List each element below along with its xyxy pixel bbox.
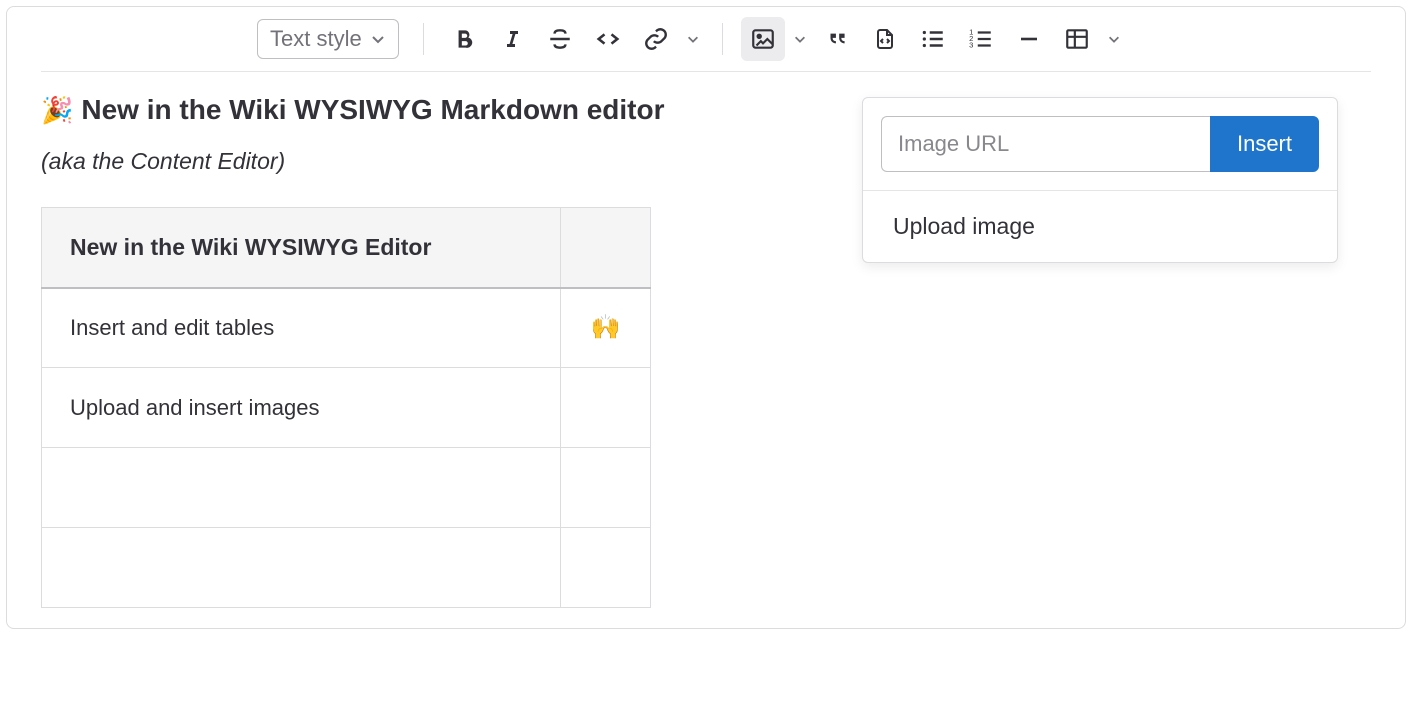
- chevron-down-icon[interactable]: [682, 17, 704, 61]
- link-button[interactable]: [634, 17, 678, 61]
- table-row: [42, 528, 651, 608]
- image-button[interactable]: [741, 17, 785, 61]
- table-row: [42, 448, 651, 528]
- ordered-list-button[interactable]: 123: [959, 17, 1003, 61]
- heading-text: New in the Wiki WYSIWYG Markdown editor: [81, 94, 664, 126]
- bullet-list-button[interactable]: [911, 17, 955, 61]
- table-row: Upload and insert images: [42, 368, 651, 448]
- table-button[interactable]: [1055, 17, 1099, 61]
- table-cell[interactable]: [561, 448, 651, 528]
- upload-image-item[interactable]: Upload image: [863, 191, 1337, 262]
- table-cell[interactable]: [561, 368, 651, 448]
- table-cell[interactable]: Upload and insert images: [42, 368, 561, 448]
- bold-button[interactable]: [442, 17, 486, 61]
- chevron-down-icon[interactable]: [789, 17, 811, 61]
- toolbar: Text style: [7, 7, 1405, 71]
- italic-button[interactable]: [490, 17, 534, 61]
- image-group: [741, 17, 811, 61]
- image-insert-popover: Insert Upload image: [862, 97, 1338, 263]
- blockquote-button[interactable]: [815, 17, 859, 61]
- table-cell[interactable]: [561, 528, 651, 608]
- table-header-cell[interactable]: [561, 208, 651, 288]
- divider: [41, 71, 1371, 72]
- table-header-cell[interactable]: New in the Wiki WYSIWYG Editor: [42, 208, 561, 288]
- table-header-row: New in the Wiki WYSIWYG Editor: [42, 208, 651, 288]
- strikethrough-button[interactable]: [538, 17, 582, 61]
- chevron-down-icon[interactable]: [1103, 17, 1125, 61]
- image-url-row: Insert: [863, 98, 1337, 191]
- toolbar-separator: [722, 23, 723, 55]
- chevron-down-icon: [370, 31, 386, 47]
- insert-button[interactable]: Insert: [1210, 116, 1319, 172]
- link-group: [634, 17, 704, 61]
- content-table[interactable]: New in the Wiki WYSIWYG Editor Insert an…: [41, 207, 651, 608]
- code-button[interactable]: [586, 17, 630, 61]
- image-url-input[interactable]: [881, 116, 1210, 172]
- table-cell[interactable]: 🙌: [561, 288, 651, 368]
- table-cell[interactable]: [42, 528, 561, 608]
- table-group: [1055, 17, 1125, 61]
- text-style-label: Text style: [270, 26, 362, 52]
- party-popper-emoji: 🎉: [41, 95, 73, 126]
- table-cell[interactable]: Insert and edit tables: [42, 288, 561, 368]
- code-block-button[interactable]: [863, 17, 907, 61]
- text-style-dropdown[interactable]: Text style: [257, 19, 399, 59]
- table-cell[interactable]: [42, 448, 561, 528]
- toolbar-separator: [423, 23, 424, 55]
- editor-frame: Text style: [6, 6, 1406, 629]
- table-row: Insert and edit tables 🙌: [42, 288, 651, 368]
- horizontal-rule-button[interactable]: [1007, 17, 1051, 61]
- svg-text:3: 3: [969, 41, 973, 50]
